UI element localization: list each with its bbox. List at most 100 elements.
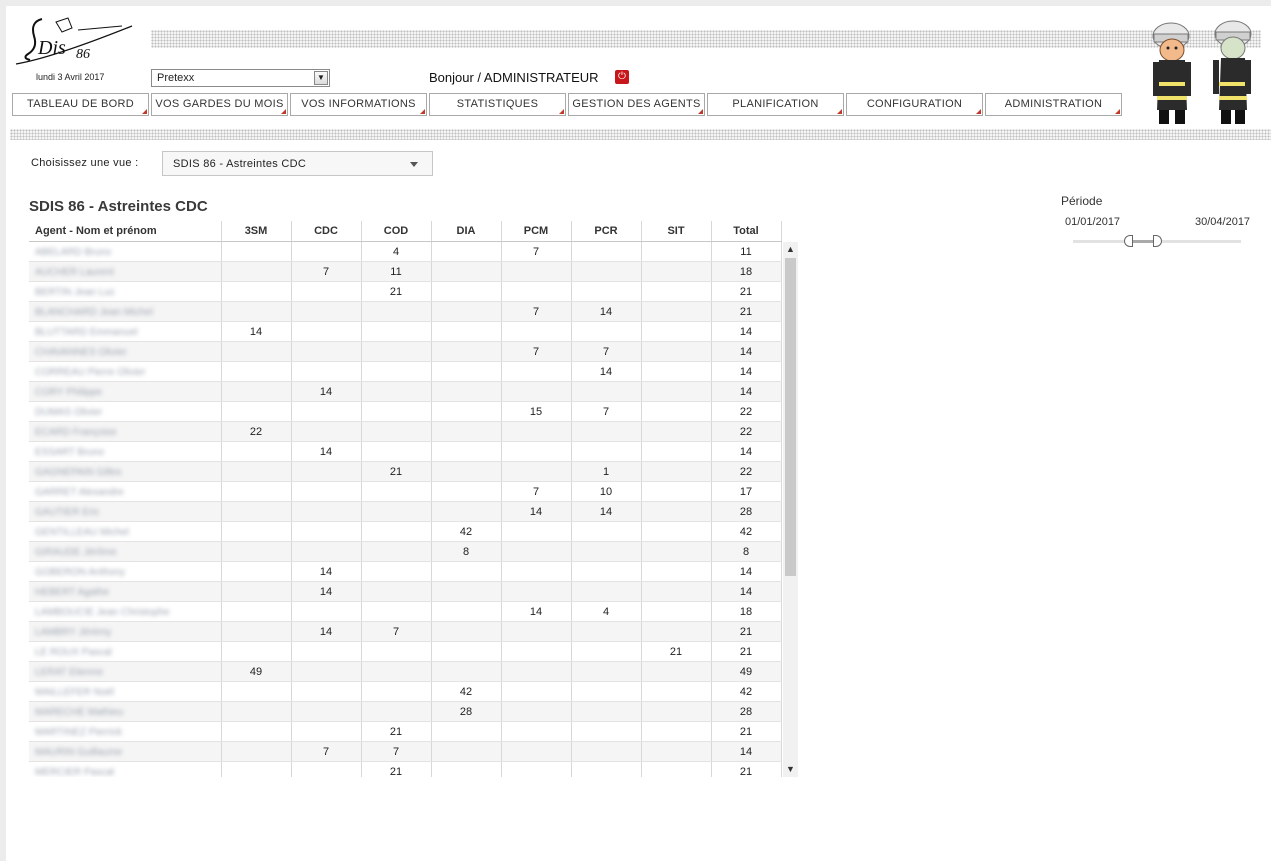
table-cell [431,301,502,322]
table-cell: 21 [711,301,782,322]
table-cell: 18 [711,261,782,282]
agent-name-cell: LE ROUX Pascal [29,641,222,662]
periode-slider-end-handle[interactable] [1153,235,1162,247]
table-cell: 14 [291,581,362,602]
table-cell: 21 [711,621,782,642]
nav-tableau-de-bord[interactable]: TABLEAU DE BORD [12,93,149,116]
nav-administration[interactable]: ADMINISTRATION [985,93,1122,116]
table-cell [361,301,432,322]
table-cell [501,281,572,302]
table-cell: 14 [711,441,782,462]
table-cell: 21 [361,461,432,482]
agent-name-cell: ECARD Françoise [29,421,222,442]
table-cell [221,521,292,542]
table-cell [431,261,502,282]
table-row: MERCIER Pascal 21 21 [29,761,782,777]
agent-name: CORREAU Pierre Olivier [35,366,146,378]
agent-name: LAMBRY Jérémy [35,626,112,638]
table-row: GOBERON Anthony 14 14 [29,561,782,582]
agent-name-cell: DUMAS Olivier [29,401,222,422]
table-cell: 14 [501,501,572,522]
column-header[interactable]: PCR [571,221,642,242]
svg-text:Dis: Dis [37,37,66,59]
table-cell [641,381,712,402]
table-cell [641,401,712,422]
table-cell: 11 [711,241,782,262]
scroll-down-icon[interactable]: ▼ [783,762,798,777]
table-cell [501,321,572,342]
nav-planification[interactable]: PLANIFICATION [707,93,844,116]
table-cell [361,341,432,362]
table-cell [641,321,712,342]
table-row: CORREAU Pierre Olivier 14 14 [29,361,782,382]
agent-name-cell: MERCIER Pascal [29,761,222,777]
agent-name-cell: BLANCHARD Jean Michel [29,301,222,322]
scroll-thumb[interactable] [785,258,796,576]
table-cell [501,561,572,582]
table-cell: 18 [711,601,782,622]
column-header-agent[interactable]: Agent - Nom et prénom [29,221,222,242]
table-cell [431,641,502,662]
table-cell [431,281,502,302]
site-select-value: Pretexx [157,72,195,84]
agent-name-cell: BLUTTARD Emmanuel [29,321,222,342]
scroll-up-icon[interactable]: ▲ [783,242,798,257]
site-select[interactable]: Pretexx ▼ [151,69,330,87]
nav-vos-gardes-du-mois[interactable]: VOS GARDES DU MOIS [151,93,288,116]
column-header[interactable]: Total [711,221,782,242]
table-cell [361,381,432,402]
column-header[interactable]: COD [361,221,432,242]
table-cell [571,381,642,402]
table-cell [431,621,502,642]
nav-statistiques[interactable]: STATISTIQUES [429,93,566,116]
table-row: MAILLEFER Noël 42 42 [29,681,782,702]
table-cell: 22 [711,421,782,442]
chevron-down-icon[interactable]: ▼ [314,71,328,85]
table-cell [291,601,362,622]
table-cell: 21 [641,641,712,662]
table-cell: 7 [361,621,432,642]
table-cell [571,721,642,742]
table-cell [291,461,362,482]
corner-marker-icon [420,109,425,114]
table-row: GENTILLEAU Michel 42 42 [29,521,782,542]
table-row: ESSART Bruno 14 14 [29,441,782,462]
table-cell [501,581,572,602]
table-cell [641,301,712,322]
agent-name: GAUTIER Eric [35,506,100,518]
nav-vos-informations[interactable]: VOS INFORMATIONS [290,93,427,116]
agent-name-cell: LAMBRY Jérémy [29,621,222,642]
column-header[interactable]: PCM [501,221,572,242]
view-select[interactable]: SDIS 86 - Astreintes CDC [162,151,433,176]
table-cell: 7 [291,741,362,762]
table-scrollbar[interactable]: ▲ ▼ [783,242,798,777]
table-cell [641,261,712,282]
column-header[interactable]: 3SM [221,221,292,242]
table-cell [641,541,712,562]
table-cell: 11 [361,261,432,282]
table-row: GAGNEPAIN Gilles 21 1 22 [29,461,782,482]
agent-name: MARECHE Mathieu [35,706,124,718]
table-cell [221,341,292,362]
nav-configuration[interactable]: CONFIGURATION [846,93,983,116]
table-cell [641,281,712,302]
table-cell: 22 [221,421,292,442]
table-cell [501,681,572,702]
column-header[interactable]: DIA [431,221,502,242]
nav-gestion-des-agents[interactable]: GESTION DES AGENTS [568,93,705,116]
table-cell [501,661,572,682]
periode-slider-start-handle[interactable] [1124,235,1133,247]
logout-power-icon[interactable]: ⏻ [615,70,629,84]
table-cell: 21 [361,281,432,302]
column-header[interactable]: SIT [641,221,712,242]
agent-name: LAMBOUCIE Jean Christophe [35,606,170,618]
table-cell: 7 [501,481,572,502]
table-cell: 42 [431,521,502,542]
agent-name: AUCHER Laurent [35,266,114,278]
table-cell [361,401,432,422]
table-cell [291,641,362,662]
table-cell [361,521,432,542]
table-cell: 21 [711,761,782,777]
table-cell [221,761,292,777]
column-header[interactable]: CDC [291,221,362,242]
